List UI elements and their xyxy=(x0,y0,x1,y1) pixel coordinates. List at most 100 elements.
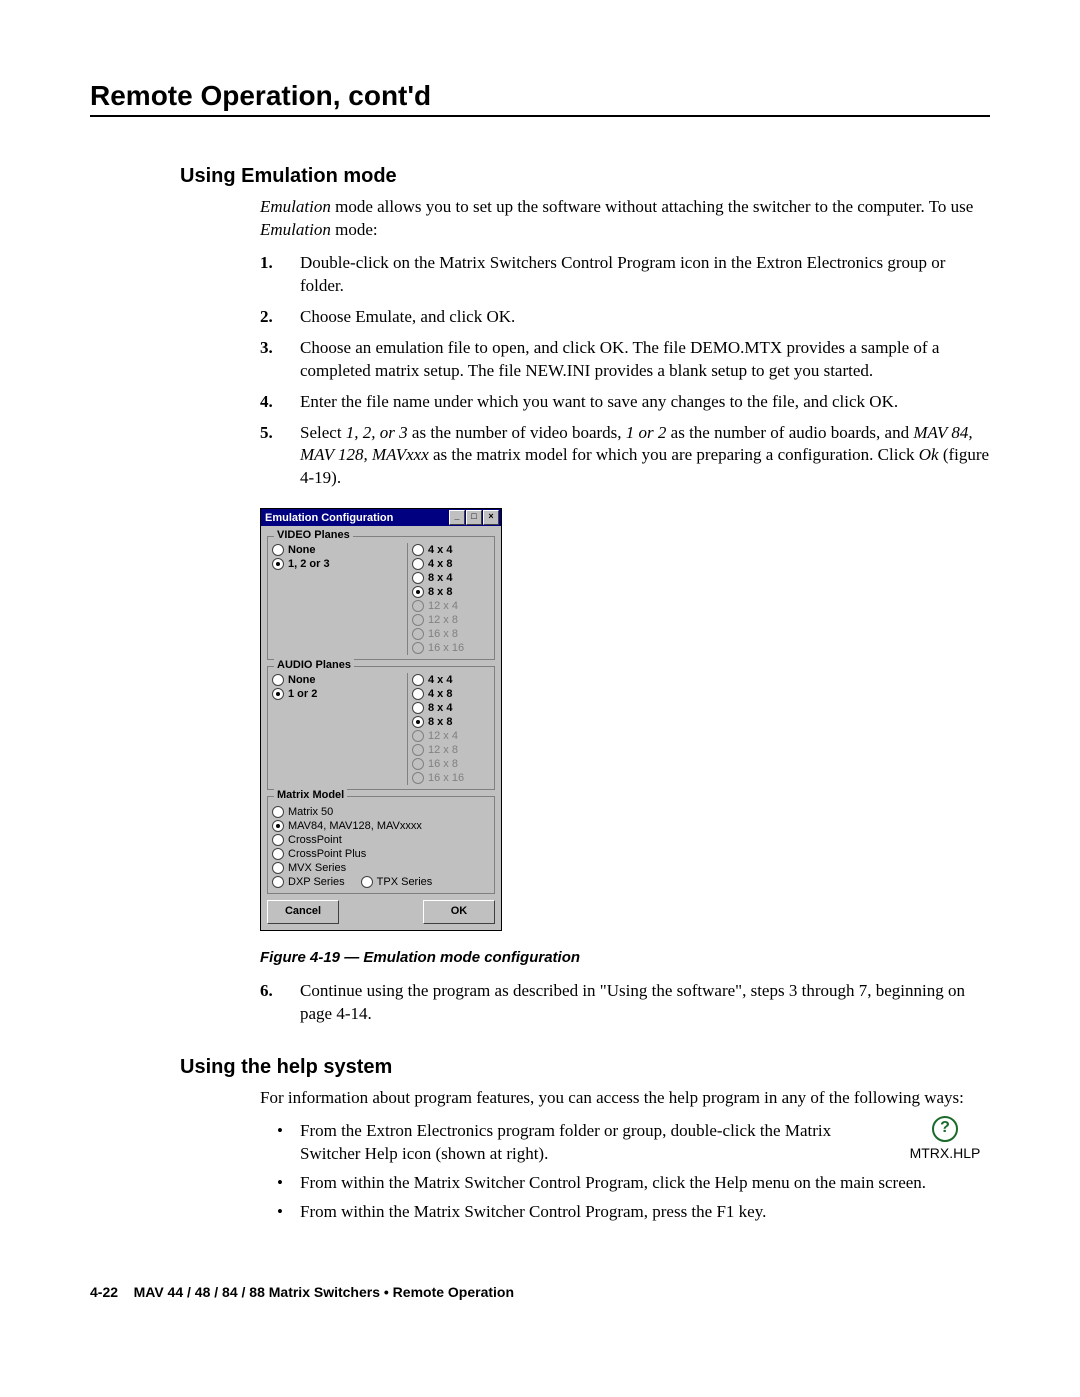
radio-label: CrossPoint Plus xyxy=(288,847,366,861)
video-plane-size-option[interactable]: 4 x 4 xyxy=(412,543,490,557)
radio-icon[interactable] xyxy=(272,806,284,818)
audio-planes-group: AUDIO Planes None1 or 2 4 x 44 x 88 x 48… xyxy=(267,666,495,790)
matrix-model-group: Matrix Model Matrix 50MAV84, MAV128, MAV… xyxy=(267,796,495,894)
matrix-model-option[interactable]: MVX Series xyxy=(272,861,490,875)
section-title-help: Using the help system xyxy=(180,1056,990,1079)
audio-plane-size-option: 12 x 4 xyxy=(412,729,490,743)
radio-label: None xyxy=(288,543,316,557)
emulation-config-dialog: Emulation Configuration _ □ × VIDEO Plan… xyxy=(260,508,502,931)
video-plane-size-option[interactable]: 8 x 8 xyxy=(412,585,490,599)
video-plane-count-option[interactable]: None xyxy=(272,543,403,557)
video-planes-group: VIDEO Planes None1, 2 or 3 4 x 44 x 88 x… xyxy=(267,536,495,660)
help-icon-label: MTRX.HLP xyxy=(900,1144,990,1163)
radio-label: 4 x 8 xyxy=(428,557,452,571)
chapter-title: Remote Operation, cont'd xyxy=(90,80,990,117)
radio-label: 4 x 4 xyxy=(428,543,452,557)
radio-icon[interactable] xyxy=(412,702,424,714)
emulation-step-6: 6.Continue using the program as describe… xyxy=(260,980,990,1026)
audio-plane-count-option[interactable]: 1 or 2 xyxy=(272,687,403,701)
radio-label: 12 x 4 xyxy=(428,729,458,743)
radio-label: 8 x 4 xyxy=(428,571,452,585)
audio-plane-size-option: 16 x 8 xyxy=(412,757,490,771)
cancel-button[interactable]: Cancel xyxy=(267,900,339,924)
video-plane-size-option: 12 x 4 xyxy=(412,599,490,613)
radio-icon[interactable] xyxy=(272,876,284,888)
maximize-icon[interactable]: □ xyxy=(466,510,482,525)
video-plane-size-option[interactable]: 8 x 4 xyxy=(412,571,490,585)
step-item: 4.Enter the file name under which you wa… xyxy=(260,391,990,414)
radio-icon[interactable] xyxy=(272,688,284,700)
radio-icon[interactable] xyxy=(272,544,284,556)
help-intro: For information about program features, … xyxy=(260,1087,990,1110)
radio-icon[interactable] xyxy=(272,848,284,860)
radio-icon xyxy=(412,730,424,742)
emulation-steps: 1.Double-click on the Matrix Switchers C… xyxy=(260,252,990,490)
radio-label: 16 x 16 xyxy=(428,771,464,785)
radio-icon xyxy=(412,744,424,756)
dialog-title: Emulation Configuration xyxy=(263,512,393,524)
video-plane-count-option[interactable]: 1, 2 or 3 xyxy=(272,557,403,571)
radio-icon[interactable] xyxy=(412,716,424,728)
audio-plane-size-option[interactable]: 8 x 4 xyxy=(412,701,490,715)
audio-planes-legend: AUDIO Planes xyxy=(274,659,354,671)
radio-label: Matrix 50 xyxy=(288,805,333,819)
radio-label: 12 x 8 xyxy=(428,743,458,757)
section-title-emulation: Using Emulation mode xyxy=(180,165,990,188)
radio-label: 12 x 8 xyxy=(428,613,458,627)
radio-icon[interactable] xyxy=(412,674,424,686)
audio-plane-size-option[interactable]: 4 x 4 xyxy=(412,673,490,687)
page-number: 4-22 xyxy=(90,1284,118,1300)
radio-icon[interactable] xyxy=(412,688,424,700)
radio-label: 4 x 4 xyxy=(428,673,452,687)
radio-icon[interactable] xyxy=(272,820,284,832)
radio-label: 16 x 8 xyxy=(428,627,458,641)
step-item: 2.Choose Emulate, and click OK. xyxy=(260,306,990,329)
radio-label: DXP Series xyxy=(288,875,345,889)
radio-icon[interactable] xyxy=(272,674,284,686)
help-bullet: •From the Extron Electronics program fol… xyxy=(260,1120,990,1166)
radio-icon[interactable] xyxy=(272,862,284,874)
audio-plane-size-option[interactable]: 8 x 8 xyxy=(412,715,490,729)
radio-label: None xyxy=(288,673,316,687)
radio-icon[interactable] xyxy=(412,544,424,556)
radio-icon[interactable] xyxy=(361,876,373,888)
minimize-icon[interactable]: _ xyxy=(449,510,465,525)
radio-label: TPX Series xyxy=(377,875,433,889)
radio-icon[interactable] xyxy=(272,558,284,570)
radio-label: 16 x 16 xyxy=(428,641,464,655)
radio-label: 4 x 8 xyxy=(428,687,452,701)
step-item: 1.Double-click on the Matrix Switchers C… xyxy=(260,252,990,298)
radio-label: 12 x 4 xyxy=(428,599,458,613)
video-planes-legend: VIDEO Planes xyxy=(274,529,353,541)
help-file-icon-wrap: ? MTRX.HLP xyxy=(900,1116,990,1163)
radio-icon[interactable] xyxy=(412,558,424,570)
figure-4-19: Emulation Configuration _ □ × VIDEO Plan… xyxy=(260,508,990,931)
radio-icon[interactable] xyxy=(272,834,284,846)
help-bullet: •From within the Matrix Switcher Control… xyxy=(260,1201,990,1224)
step-item: 3.Choose an emulation file to open, and … xyxy=(260,337,990,383)
video-plane-size-option: 16 x 16 xyxy=(412,641,490,655)
radio-label: 8 x 8 xyxy=(428,585,452,599)
radio-icon[interactable] xyxy=(412,572,424,584)
radio-icon xyxy=(412,614,424,626)
radio-icon[interactable] xyxy=(412,586,424,598)
radio-label: 16 x 8 xyxy=(428,757,458,771)
radio-label: MAV84, MAV128, MAVxxxx xyxy=(288,819,422,833)
matrix-model-option[interactable]: CrossPoint Plus xyxy=(272,847,490,861)
matrix-model-option[interactable]: Matrix 50 xyxy=(272,805,490,819)
radio-icon xyxy=(412,642,424,654)
matrix-model-legend: Matrix Model xyxy=(274,789,347,801)
emulation-intro: Emulation mode allows you to set up the … xyxy=(260,196,990,242)
radio-label: 1, 2 or 3 xyxy=(288,557,330,571)
close-icon[interactable]: × xyxy=(483,510,499,525)
help-icon[interactable]: ? xyxy=(932,1116,958,1142)
audio-plane-count-option[interactable]: None xyxy=(272,673,403,687)
page-footer: 4-22 MAV 44 / 48 / 84 / 88 Matrix Switch… xyxy=(90,1284,990,1300)
matrix-model-option[interactable]: TPX Series xyxy=(361,875,433,889)
matrix-model-option[interactable]: DXP Series xyxy=(272,875,345,889)
video-plane-size-option[interactable]: 4 x 8 xyxy=(412,557,490,571)
audio-plane-size-option[interactable]: 4 x 8 xyxy=(412,687,490,701)
ok-button[interactable]: OK xyxy=(423,900,495,924)
matrix-model-option[interactable]: CrossPoint xyxy=(272,833,490,847)
matrix-model-option[interactable]: MAV84, MAV128, MAVxxxx xyxy=(272,819,490,833)
